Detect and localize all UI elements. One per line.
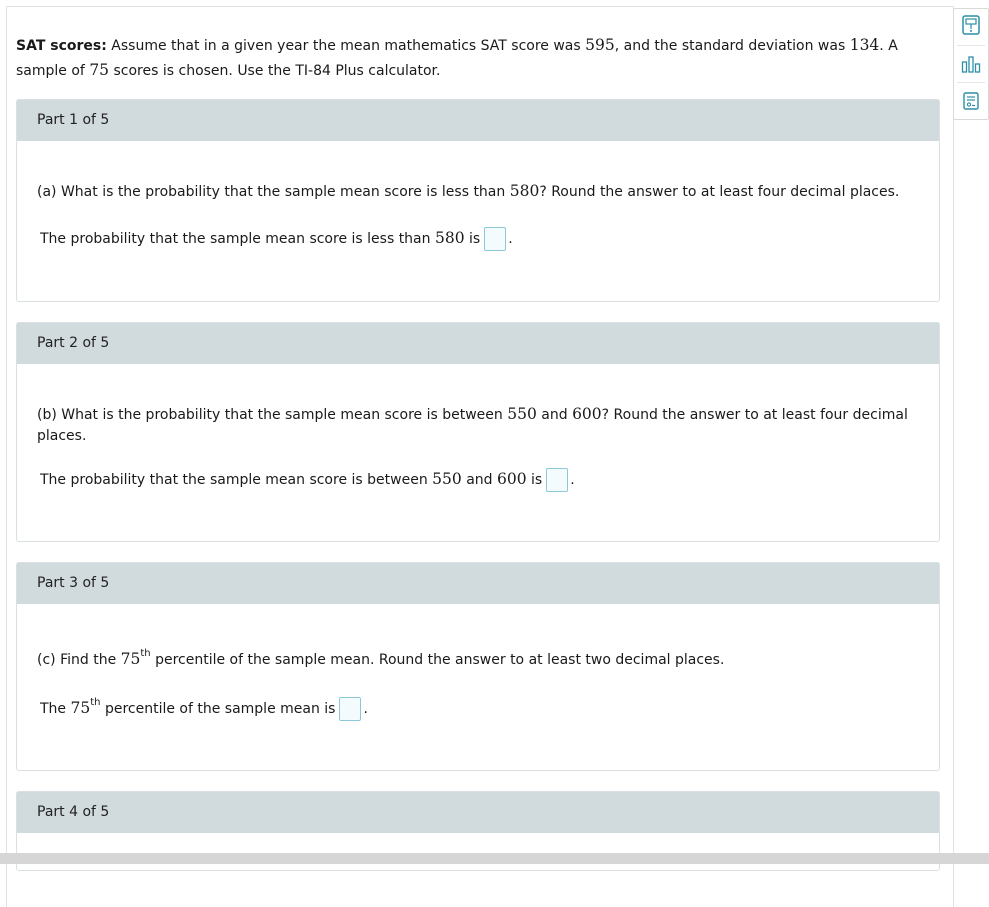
part-1-answer-input[interactable] (484, 227, 507, 251)
part-2-header: Part 2 of 5 (17, 323, 939, 364)
part-2-answer-input[interactable] (546, 468, 569, 492)
part-3-panel: Part 3 of 5 (c) Find the 75th percentile… (16, 562, 940, 771)
part-2-answer-line: The probability that the sample mean sco… (40, 467, 575, 492)
part-2-panel: Part 2 of 5 (b) What is the probability … (16, 322, 940, 542)
part-3-answer-input[interactable] (339, 697, 362, 721)
part-2-question: (b) What is the probability that the sam… (37, 405, 908, 444)
horizontal-scrollbar[interactable] (0, 853, 989, 864)
problem-title: SAT scores: (16, 38, 107, 54)
part-3-question: (c) Find the 75th percentile of the samp… (37, 648, 725, 668)
data-table-icon[interactable] (961, 91, 981, 111)
tool-divider (957, 45, 985, 46)
sd-value: 134 (849, 36, 880, 54)
tool-divider (957, 82, 985, 83)
part-3-answer-line: The 75th percentile of the sample mean i… (40, 696, 368, 721)
bar-chart-icon[interactable] (961, 54, 981, 74)
part-1-answer-line: The probability that the sample mean sco… (40, 226, 513, 251)
tools-sidebar (953, 8, 989, 120)
part-4-header: Part 4 of 5 (17, 792, 939, 833)
sample-size-value: 75 (89, 61, 110, 79)
part-1-panel: Part 1 of 5 (a) What is the probability … (16, 99, 940, 302)
part-3-header: Part 3 of 5 (17, 563, 939, 604)
calculator-icon[interactable] (961, 15, 981, 35)
problem-statement: SAT scores: Assume that in a given year … (16, 36, 898, 79)
mean-value: 595 (585, 36, 615, 54)
part-1-header: Part 1 of 5 (17, 100, 939, 141)
part-1-question: (a) What is the probability that the sam… (37, 182, 900, 200)
